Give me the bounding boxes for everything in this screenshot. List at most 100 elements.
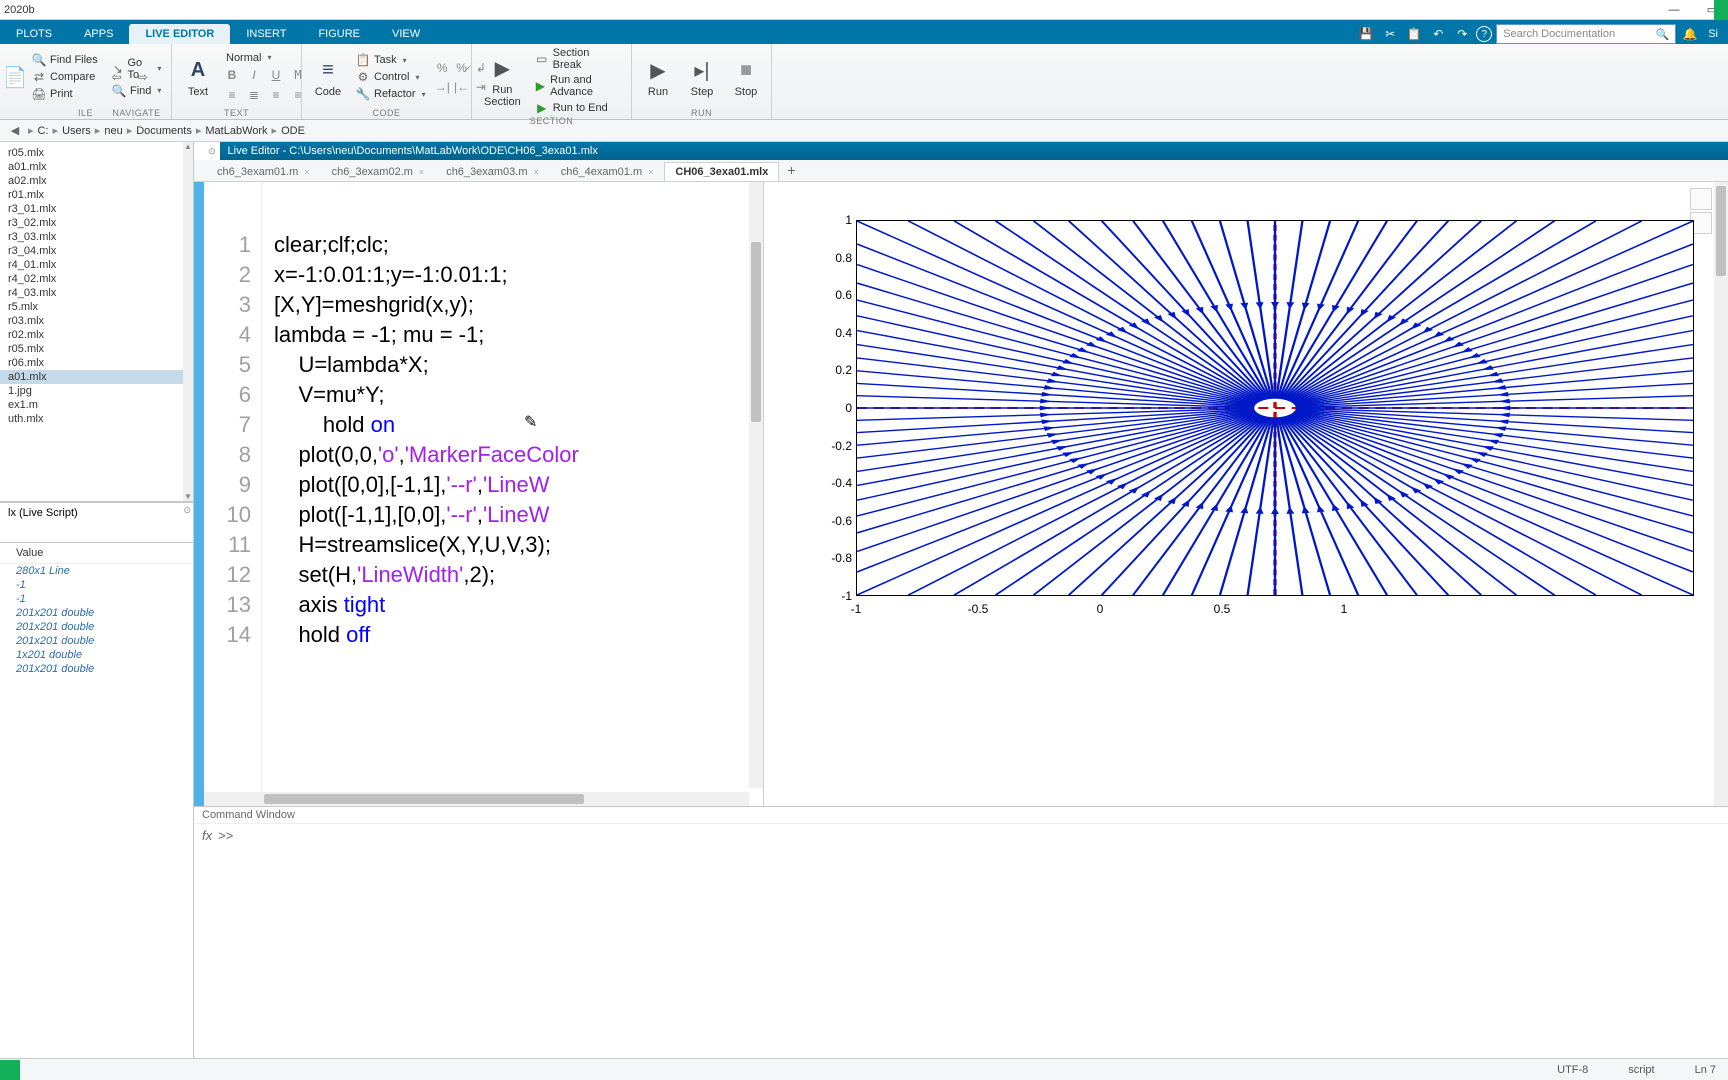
- code-vscrollbar[interactable]: [749, 182, 763, 788]
- folder-item[interactable]: ex1.m: [0, 398, 193, 412]
- tab-plots[interactable]: PLOTS: [0, 24, 68, 44]
- sign-in-label[interactable]: Si: [1704, 28, 1722, 40]
- command-window[interactable]: Command Window fx >>: [194, 806, 1728, 1058]
- text-style-dropdown[interactable]: Normal: [222, 51, 308, 65]
- search-documentation-input[interactable]: Search Documentation 🔍: [1496, 24, 1676, 44]
- folder-item[interactable]: r05.mlx: [0, 342, 193, 356]
- path-back-icon[interactable]: ◀: [6, 123, 24, 139]
- folder-item[interactable]: r4_01.mlx: [0, 258, 193, 272]
- tab-apps[interactable]: APPS: [68, 24, 129, 44]
- run-and-advance-button[interactable]: ▶Run and Advance: [531, 73, 625, 99]
- folder-item[interactable]: a02.mlx: [0, 174, 193, 188]
- editor-tab[interactable]: ch6_4exam01.m×: [550, 162, 665, 181]
- compare-button[interactable]: ⇄Compare: [28, 69, 102, 85]
- path-seg[interactable]: C:: [38, 125, 49, 137]
- tab-figure[interactable]: FIGURE: [302, 24, 376, 44]
- find-button[interactable]: 🔍Find: [108, 83, 165, 99]
- workspace-row[interactable]: 1x201 double: [0, 648, 193, 662]
- editor-tab[interactable]: ch6_3exam03.m×: [435, 162, 550, 181]
- save-icon[interactable]: 💾: [1356, 24, 1376, 44]
- path-seg[interactable]: ODE: [281, 125, 305, 137]
- code-column[interactable]: 1234567891011121314 clear;clf;clc;x=-1:0…: [204, 182, 764, 806]
- folder-item[interactable]: a01.mlx: [0, 160, 193, 174]
- indent-button[interactable]: →|: [434, 78, 451, 96]
- task-button[interactable]: 📋Task: [352, 52, 430, 68]
- copy-icon[interactable]: 📋: [1404, 24, 1424, 44]
- workspace-row[interactable]: 201x201 double: [0, 662, 193, 676]
- section-break-button[interactable]: ▭Section Break: [531, 46, 625, 72]
- workspace-row[interactable]: 201x201 double: [0, 606, 193, 620]
- workspace-row[interactable]: 201x201 double: [0, 634, 193, 648]
- bold-button[interactable]: B: [222, 66, 242, 84]
- stop-button[interactable]: ■ Stop: [726, 46, 766, 108]
- comment-button[interactable]: %: [434, 59, 451, 77]
- number-list-button[interactable]: ≣: [244, 86, 264, 104]
- path-seg[interactable]: Documents: [136, 125, 192, 137]
- code-button[interactable]: ≡ Code: [308, 46, 348, 108]
- folder-item[interactable]: r4_02.mlx: [0, 272, 193, 286]
- step-button[interactable]: ▸| Step: [682, 46, 722, 108]
- axes-frame[interactable]: [856, 220, 1694, 596]
- output-column[interactable]: -1-0.8-0.6-0.4-0.200.20.40.60.81 -1-0.50…: [764, 182, 1728, 806]
- path-seg[interactable]: Users: [62, 125, 91, 137]
- current-folder-browser[interactable]: ⊙ r05.mlxa01.mlxa02.mlxr01.mlxr3_01.mlxr…: [0, 142, 193, 502]
- folder-item[interactable]: r3_04.mlx: [0, 244, 193, 258]
- bell-icon[interactable]: 🔔: [1680, 24, 1700, 44]
- folder-item[interactable]: r3_03.mlx: [0, 230, 193, 244]
- scroll-up-icon[interactable]: ▲: [183, 142, 193, 151]
- code-hscrollbar[interactable]: [204, 792, 749, 806]
- text-button[interactable]: A Text: [178, 46, 218, 108]
- details-expand-icon[interactable]: ⊙: [183, 505, 191, 516]
- close-icon[interactable]: ×: [304, 167, 309, 177]
- align-left-button[interactable]: ≡: [266, 86, 286, 104]
- cut-icon[interactable]: ✂: [1380, 24, 1400, 44]
- folder-item[interactable]: r01.mlx: [0, 188, 193, 202]
- italic-button[interactable]: I: [244, 66, 264, 84]
- folder-scrollbar[interactable]: ▲ ▼: [183, 142, 193, 501]
- run-button[interactable]: ▶ Run: [638, 46, 678, 108]
- folder-item[interactable]: r3_02.mlx: [0, 216, 193, 230]
- output-vscrollbar[interactable]: [1714, 182, 1728, 806]
- folder-item[interactable]: r06.mlx: [0, 356, 193, 370]
- code-area[interactable]: clear;clf;clc;x=-1:0.01:1;y=-1:0.01:1;[X…: [262, 182, 763, 806]
- tab-view[interactable]: VIEW: [376, 24, 436, 44]
- editor-tab[interactable]: ch6_3exam01.m×: [206, 162, 321, 181]
- current-folder-path[interactable]: ◀ ▸C: ▸Users ▸neu ▸Documents ▸MatLabWork…: [0, 120, 1728, 142]
- bullet-list-button[interactable]: ≡: [222, 86, 242, 104]
- help-icon[interactable]: ?: [1476, 26, 1492, 42]
- underline-button[interactable]: U: [266, 66, 286, 84]
- close-icon[interactable]: ×: [648, 167, 653, 177]
- folder-item[interactable]: r05.mlx: [0, 146, 193, 160]
- workspace-row[interactable]: 201x201 double: [0, 620, 193, 634]
- run-to-end-button[interactable]: ▶Run to End: [531, 100, 625, 116]
- tab-insert[interactable]: INSERT: [230, 24, 302, 44]
- folder-item[interactable]: r3_01.mlx: [0, 202, 193, 216]
- folder-item[interactable]: r02.mlx: [0, 328, 193, 342]
- workspace-browser[interactable]: Value 280x1 Line-1-1201x201 double201x20…: [0, 542, 193, 1058]
- workspace-row[interactable]: -1: [0, 592, 193, 606]
- print-button[interactable]: 🖨Print: [28, 86, 102, 102]
- run-section-button[interactable]: ▶ Run Section: [478, 46, 527, 116]
- folder-item[interactable]: r03.mlx: [0, 314, 193, 328]
- minimize-button[interactable]: —: [1662, 2, 1686, 18]
- redo-icon[interactable]: ↷: [1452, 24, 1472, 44]
- scroll-down-icon[interactable]: ▼: [183, 492, 193, 501]
- workspace-row[interactable]: -1: [0, 578, 193, 592]
- control-button[interactable]: ⚙Control: [352, 69, 430, 85]
- workspace-row[interactable]: 280x1 Line: [0, 564, 193, 578]
- find-files-button[interactable]: 🔍Find Files: [28, 52, 102, 68]
- folder-item[interactable]: uth.mlx: [0, 412, 193, 426]
- new-button[interactable]: 📄: [6, 46, 24, 108]
- editor-tab[interactable]: ch6_3exam02.m×: [321, 162, 436, 181]
- add-tab-button[interactable]: +: [779, 159, 803, 181]
- undo-icon[interactable]: ↶: [1428, 24, 1448, 44]
- refactor-button[interactable]: 🔧Refactor: [352, 86, 430, 102]
- fx-icon[interactable]: fx: [202, 828, 212, 843]
- uncomment-button[interactable]: %̷: [453, 59, 470, 77]
- goto-button[interactable]: ↘Go To: [108, 56, 165, 82]
- folder-item[interactable]: a01.mlx: [0, 370, 193, 384]
- section-indicator[interactable]: [194, 182, 204, 806]
- folder-item[interactable]: r4_03.mlx: [0, 286, 193, 300]
- path-seg[interactable]: neu: [104, 125, 122, 137]
- editor-tab-active[interactable]: CH06_3exa01.mlx: [664, 162, 779, 181]
